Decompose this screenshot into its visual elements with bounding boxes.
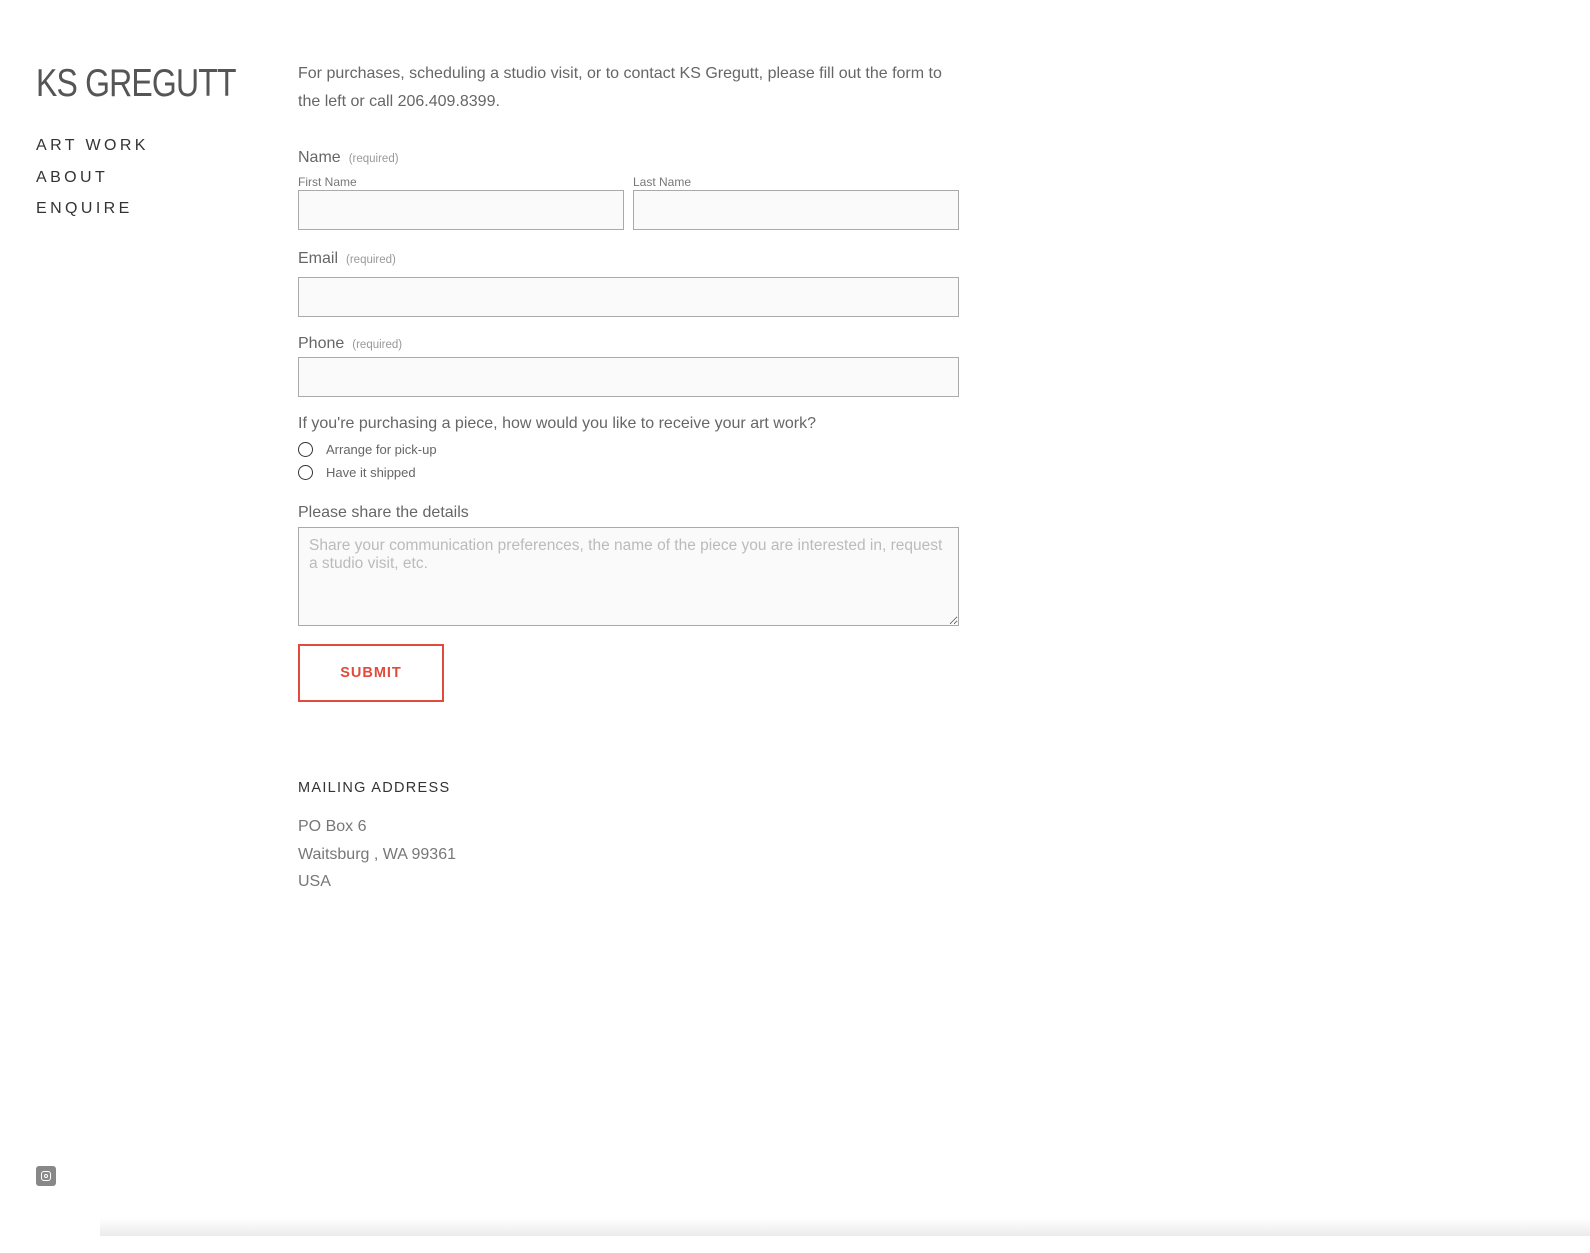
bottom-shadow bbox=[100, 1218, 1590, 1236]
phone-required-hint: (required) bbox=[352, 339, 403, 351]
nav-item-about[interactable]: ABOUT bbox=[36, 166, 149, 198]
submit-button[interactable]: SUBMIT bbox=[298, 644, 444, 702]
email-label: Email (required) bbox=[298, 250, 396, 268]
intro-text: For purchases, scheduling a studio visit… bbox=[298, 65, 942, 110]
name-label: Name (required) bbox=[298, 149, 399, 167]
phone-input[interactable] bbox=[298, 357, 959, 397]
address-line-3: USA bbox=[298, 873, 331, 890]
details-label: Please share the details bbox=[298, 504, 469, 521]
first-name-label: First Name bbox=[298, 175, 357, 189]
nav-item-art-work[interactable]: ART WORK bbox=[36, 134, 149, 166]
first-name-input[interactable] bbox=[298, 190, 624, 230]
mailing-address-heading: MAILING ADDRESS bbox=[298, 780, 451, 796]
site-title[interactable]: KS GREGUTT bbox=[36, 62, 237, 106]
email-required-hint: (required) bbox=[346, 254, 396, 266]
radio-option-shipped[interactable]: Have it shipped bbox=[298, 465, 416, 480]
radio-label-pickup: Arrange for pick-up bbox=[326, 442, 437, 457]
details-textarea[interactable] bbox=[298, 527, 959, 626]
name-required-hint: (required) bbox=[348, 153, 399, 165]
last-name-input[interactable] bbox=[633, 190, 959, 230]
main-nav: ART WORK ABOUT ENQUIRE bbox=[36, 134, 149, 229]
name-label-text: Name bbox=[298, 149, 341, 166]
nav-item-enquire[interactable]: ENQUIRE bbox=[36, 197, 149, 229]
main-content: For purchases, scheduling a studio visit… bbox=[298, 60, 959, 890]
address-line-1: PO Box 6 bbox=[298, 818, 367, 835]
radio-label-shipped: Have it shipped bbox=[326, 465, 416, 480]
address-line-2: Waitsburg , WA 99361 bbox=[298, 846, 456, 863]
email-label-text: Email bbox=[298, 250, 339, 267]
email-input[interactable] bbox=[298, 277, 959, 317]
instagram-icon[interactable] bbox=[36, 1166, 56, 1186]
phone-label: Phone (required) bbox=[298, 335, 402, 353]
radio-button-shipped[interactable] bbox=[298, 465, 313, 480]
delivery-question: If you're purchasing a piece, how would … bbox=[298, 415, 816, 432]
instagram-icon-lens bbox=[44, 1174, 48, 1178]
radio-button-pickup[interactable] bbox=[298, 442, 313, 457]
radio-option-pickup[interactable]: Arrange for pick-up bbox=[298, 442, 437, 457]
page: KS GREGUTT ART WORK ABOUT ENQUIRE For pu… bbox=[0, 0, 1590, 1253]
phone-label-text: Phone bbox=[298, 335, 345, 352]
last-name-label: Last Name bbox=[633, 175, 692, 189]
